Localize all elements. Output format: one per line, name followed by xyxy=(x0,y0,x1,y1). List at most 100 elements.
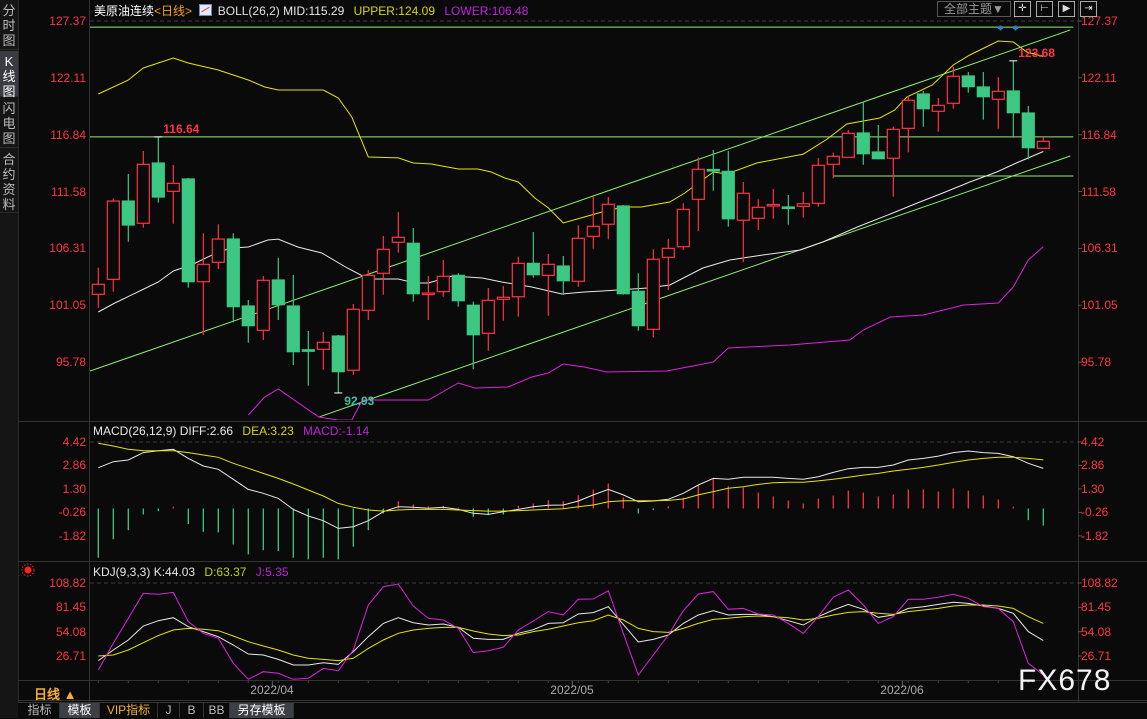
zoom-range-icon[interactable]: ⊢ xyxy=(1036,1,1053,17)
candle xyxy=(541,253,555,316)
price-axis-label-right: 116.84 xyxy=(1081,127,1117,142)
candle-body-up xyxy=(901,99,915,129)
period-selector[interactable]: 日线 ▲ xyxy=(34,684,76,703)
candle-body-down xyxy=(121,200,135,226)
tab-b[interactable]: B xyxy=(180,703,204,718)
kdj-axis-label-left: 26.71 xyxy=(55,648,86,663)
macd-axis-label-left: 4.42 xyxy=(62,434,86,449)
kdj-legend: KDJ(9,3,3) K:44.03 D:63.37 J:5.35 xyxy=(93,565,289,579)
price-axis-label-left: 106.31 xyxy=(49,241,86,256)
tab-vip-indicators[interactable]: VIP指标 xyxy=(100,703,158,718)
candle-body-down xyxy=(526,262,540,276)
candle xyxy=(166,164,180,224)
candle-body-up xyxy=(601,203,615,225)
candle xyxy=(646,249,660,338)
macd-axis-label-right: 1.30 xyxy=(1081,481,1105,496)
candle-body-down xyxy=(301,349,315,352)
candle-body-down xyxy=(856,132,870,155)
play-icon[interactable]: ▶ xyxy=(1058,1,1075,17)
tab-j[interactable]: J xyxy=(158,703,180,718)
chart-canvas[interactable]: 116.64 92.93 123.68 xyxy=(0,0,1147,718)
candle-body-up xyxy=(766,203,780,207)
candle xyxy=(811,158,825,207)
kdj-axis-label-right: 81.45 xyxy=(1081,600,1112,615)
candle xyxy=(391,212,405,253)
candle-body-up xyxy=(826,155,840,165)
candle-body-up xyxy=(496,296,510,300)
candle xyxy=(331,334,345,393)
macd-macd-value: MACD:-1.14 xyxy=(303,424,370,438)
candle-body-down xyxy=(226,238,240,308)
boll-mid-value: MID:115.29 xyxy=(283,4,345,18)
candle xyxy=(556,256,570,295)
crosshair-icon[interactable]: ✛ xyxy=(1014,1,1031,17)
boll-name: BOLL(26,2) xyxy=(217,4,280,18)
price-axis-label-right: 111.58 xyxy=(1081,184,1116,199)
candle-body-down xyxy=(616,205,630,295)
macd-name: MACD(26,12,9) xyxy=(93,424,177,438)
kdj-settings-icon[interactable] xyxy=(21,563,35,577)
period-tag[interactable]: <日线> xyxy=(154,4,192,18)
candle-body-down xyxy=(976,86,990,98)
candle xyxy=(481,287,495,351)
macd-plot xyxy=(97,442,1044,560)
boll-chart-icon[interactable] xyxy=(199,4,213,16)
candle-body-down xyxy=(241,305,255,327)
candle-body-up xyxy=(106,200,120,280)
candle-body-up xyxy=(946,75,960,104)
candle xyxy=(526,232,540,278)
candle xyxy=(1021,105,1035,160)
shift-right-icon[interactable]: ⇥ xyxy=(1080,1,1097,17)
kdj-d-value: D:63.37 xyxy=(204,565,247,579)
price-plot: 116.64 92.93 123.68 xyxy=(90,26,1074,420)
macd-axis-label-left: -1.82 xyxy=(58,528,86,543)
tab-templates[interactable]: 模板 xyxy=(60,703,100,718)
macd-axis-label-right: -1.82 xyxy=(1081,528,1109,543)
candle-body-up xyxy=(361,274,375,311)
extreme-label: 92.93 xyxy=(344,394,374,408)
kdj-k-line xyxy=(98,601,1044,666)
candle-body-up xyxy=(511,262,525,298)
theme-dropdown-button[interactable]: 全部主题▼ xyxy=(937,1,1011,17)
watermark-logo: FX678 xyxy=(1018,664,1112,697)
candle-body-down xyxy=(451,274,465,302)
candle xyxy=(841,129,855,158)
candle xyxy=(91,267,105,308)
macd-axis-label-right: 4.42 xyxy=(1081,434,1105,449)
boll-upper-value: UPPER:124.09 xyxy=(353,4,436,18)
candle xyxy=(676,203,690,250)
candle xyxy=(346,303,360,376)
candle xyxy=(271,257,285,321)
tab-save-template[interactable]: 另存模板 xyxy=(230,703,294,718)
kdj-plot xyxy=(97,583,1044,680)
candle-body-up xyxy=(796,203,810,207)
candle xyxy=(241,299,255,343)
candle xyxy=(301,330,315,386)
boll-upper-line xyxy=(98,40,1044,224)
candle-body-down xyxy=(706,168,720,172)
candle-body-up xyxy=(136,163,150,224)
candle xyxy=(586,196,600,249)
candle xyxy=(916,90,930,127)
kdj-d-line xyxy=(98,604,1044,662)
macd-axis-label-left: 2.86 xyxy=(62,458,86,473)
candle-body-down xyxy=(556,265,570,282)
candle-body-up xyxy=(751,206,765,219)
candle xyxy=(1006,60,1020,138)
tab-bb[interactable]: BB xyxy=(204,703,230,718)
date-label: 2022/05 xyxy=(550,683,594,697)
tab-indicators[interactable]: 指标 xyxy=(20,703,60,718)
kdj-j-value: J:5.35 xyxy=(255,565,289,579)
price-axis-label-right: 95.78 xyxy=(1081,355,1112,370)
kdj-axis-label-left: 54.08 xyxy=(55,624,86,639)
panel-frame xyxy=(18,0,1147,702)
price-axis-label-right: 101.05 xyxy=(1081,298,1118,313)
candle xyxy=(856,101,870,165)
candle xyxy=(1036,136,1050,149)
candle-body-up xyxy=(586,225,600,237)
candle-body-up xyxy=(736,192,750,221)
candle-body-up xyxy=(166,182,180,192)
macd-legend: MACD(26,12,9) DIFF:2.66 DEA:3.23 MACD:-1… xyxy=(93,424,369,438)
candle xyxy=(106,198,120,292)
date-label: 2022/04 xyxy=(250,683,294,697)
